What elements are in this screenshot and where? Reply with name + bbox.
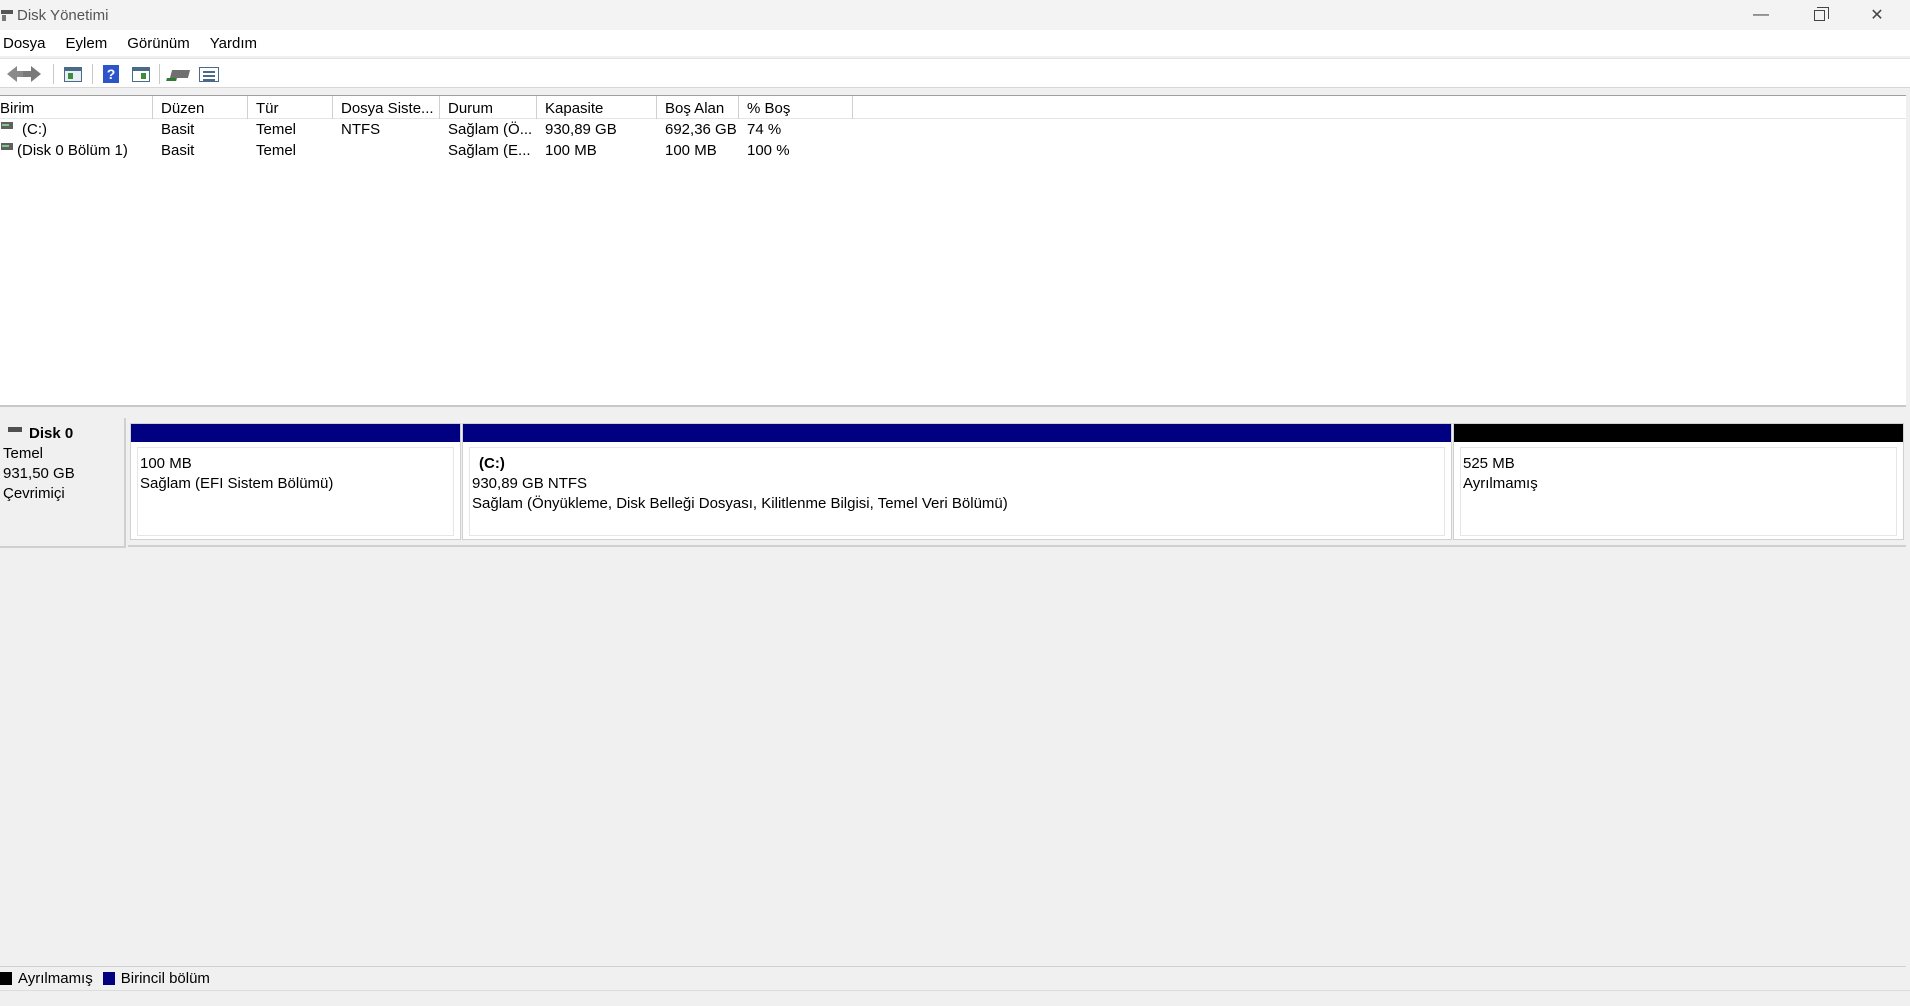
volume-row[interactable]: (Disk 0 Bölüm 1) Basit Temel Sağlam (E..…: [0, 140, 1906, 161]
volume-free-space: 100 MB: [665, 142, 717, 159]
close-button[interactable]: ✕: [1848, 0, 1906, 30]
toolbar-separator: [159, 64, 160, 84]
volume-name: (C:): [22, 121, 47, 138]
legend: Ayrılmamış Birincil bölüm: [0, 966, 1906, 990]
volume-row[interactable]: (C:) Basit Temel NTFS Sağlam (Ö... 930,8…: [0, 119, 1906, 140]
column-header-capacity[interactable]: Kapasite: [537, 96, 657, 119]
volume-icon: [1, 122, 13, 129]
partition-size: 100 MB: [140, 455, 192, 472]
partition-bar: [463, 424, 1451, 442]
partition-body: 100 MB Sağlam (EFI Sistem Bölümü): [137, 447, 454, 536]
help-icon: ?: [103, 65, 119, 83]
disk-0-label[interactable]: Disk 0 Temel 931,50 GB Çevrimiçi: [0, 418, 126, 548]
column-header-free-space[interactable]: Boş Alan: [657, 96, 739, 119]
disk-size: 931,50 GB: [3, 465, 75, 482]
window-title: Disk Yönetimi: [17, 6, 109, 24]
volume-free-space: 692,36 GB: [665, 121, 737, 138]
disk-name-row: Disk 0: [3, 424, 124, 444]
volume-file-system: [341, 140, 438, 161]
column-header-layout[interactable]: Düzen: [153, 96, 248, 119]
legend-item-primary-partition: Birincil bölüm: [102, 970, 210, 987]
partition-bar: [131, 424, 460, 442]
menu-file[interactable]: Dosya: [0, 35, 56, 52]
partition-status: Ayrılmamış: [1463, 475, 1538, 492]
minimize-button[interactable]: —: [1732, 0, 1790, 30]
console-tree-icon: [64, 66, 82, 82]
disk-icon: [8, 427, 22, 432]
toolbar-separator: [92, 64, 93, 84]
column-header-file-system[interactable]: Dosya Siste...: [333, 96, 440, 119]
volume-status: Sağlam (E...: [448, 142, 531, 159]
volume-percent-free: 74 %: [747, 121, 782, 138]
volume-status: Sağlam (Ö...: [448, 121, 533, 138]
menu-bar: Dosya Eylem Görünüm Yardım: [0, 30, 1910, 56]
minimize-icon: —: [1753, 6, 1769, 23]
volume-icon: [1, 143, 13, 150]
column-header-percent-free[interactable]: % Boş: [739, 96, 853, 119]
graphical-view-separator: [128, 545, 1906, 547]
volume-layout: Basit: [161, 121, 195, 138]
partition-body: 525 MB Ayrılmamış: [1460, 447, 1897, 536]
restore-icon: [1813, 6, 1829, 21]
volume-layout: Basit: [161, 142, 195, 159]
volume-name: (Disk 0 Bölüm 1): [17, 142, 128, 159]
toolbar-separator: [53, 64, 54, 84]
volume-list-header: Birim Düzen Tür Dosya Siste... Durum Kap…: [0, 96, 1906, 119]
column-header-status[interactable]: Durum: [440, 96, 537, 119]
legend-item-unallocated: Ayrılmamış: [0, 970, 93, 987]
volume-type: Temel: [256, 121, 297, 138]
menu-view[interactable]: Görünüm: [124, 35, 200, 52]
volume-capacity: 930,89 GB: [545, 121, 617, 138]
forward-arrow-icon: [23, 66, 41, 82]
menu-action[interactable]: Eylem: [63, 35, 118, 52]
partition-status: Sağlam (Önyükleme, Disk Belleği Dosyası,…: [472, 495, 1008, 512]
restore-button[interactable]: [1790, 0, 1848, 30]
partition-efi[interactable]: 100 MB Sağlam (EFI Sistem Bölümü): [130, 423, 461, 540]
close-icon: ✕: [1870, 7, 1884, 24]
legend-swatch: [0, 972, 12, 985]
rescan-disks-button[interactable]: [168, 63, 192, 85]
partition-status: Sağlam (EFI Sistem Bölümü): [140, 475, 334, 492]
show-hide-console-tree-button[interactable]: [61, 63, 85, 85]
column-header-volume[interactable]: Birim: [0, 96, 153, 119]
toolbar: ?: [0, 58, 1910, 88]
legend-label: Birincil bölüm: [120, 970, 210, 987]
legend-label: Ayrılmamış: [18, 970, 93, 987]
disk-management-window: Disk Yönetimi — ✕ Dosya Eylem Görünüm Ya…: [0, 0, 1910, 1006]
volume-type: Temel: [256, 142, 297, 159]
partition-bar: [1454, 424, 1903, 442]
partition-size: 930,89 GB NTFS: [472, 475, 588, 492]
list-view-button[interactable]: [197, 63, 221, 85]
partition-c[interactable]: (C:) 930,89 GB NTFS Sağlam (Önyükleme, D…: [462, 423, 1452, 540]
rescan-disks-icon: [169, 70, 191, 78]
pane-splitter[interactable]: [0, 403, 1906, 407]
help-button[interactable]: ?: [99, 63, 123, 85]
disk-management-icon: [0, 8, 14, 22]
volume-file-system: NTFS: [341, 121, 381, 138]
partition-unallocated[interactable]: 525 MB Ayrılmamış: [1453, 423, 1904, 540]
volume-capacity: 100 MB: [545, 142, 597, 159]
list-view-icon: [199, 66, 219, 82]
title-bar: Disk Yönetimi — ✕: [0, 0, 1910, 30]
status-bar: [0, 990, 1910, 1006]
volume-percent-free: 100 %: [747, 142, 790, 159]
disk-status: Çevrimiçi: [3, 485, 65, 502]
disk-type: Temel: [3, 445, 44, 462]
back-button[interactable]: [0, 63, 24, 85]
volume-list: Birim Düzen Tür Dosya Siste... Durum Kap…: [0, 95, 1906, 405]
column-header-type[interactable]: Tür: [248, 96, 333, 119]
disk-name: Disk 0: [29, 425, 74, 442]
show-hide-action-pane-button[interactable]: [129, 63, 153, 85]
forward-button[interactable]: [23, 63, 48, 85]
partition-body: (C:) 930,89 GB NTFS Sağlam (Önyükleme, D…: [469, 447, 1445, 536]
menu-help[interactable]: Yardım: [207, 35, 267, 52]
properties-panel-icon: [132, 66, 150, 82]
legend-swatch: [102, 972, 115, 985]
partition-name: (C:): [479, 455, 505, 472]
partition-size: 525 MB: [1463, 455, 1515, 472]
back-arrow-icon: [7, 66, 23, 82]
